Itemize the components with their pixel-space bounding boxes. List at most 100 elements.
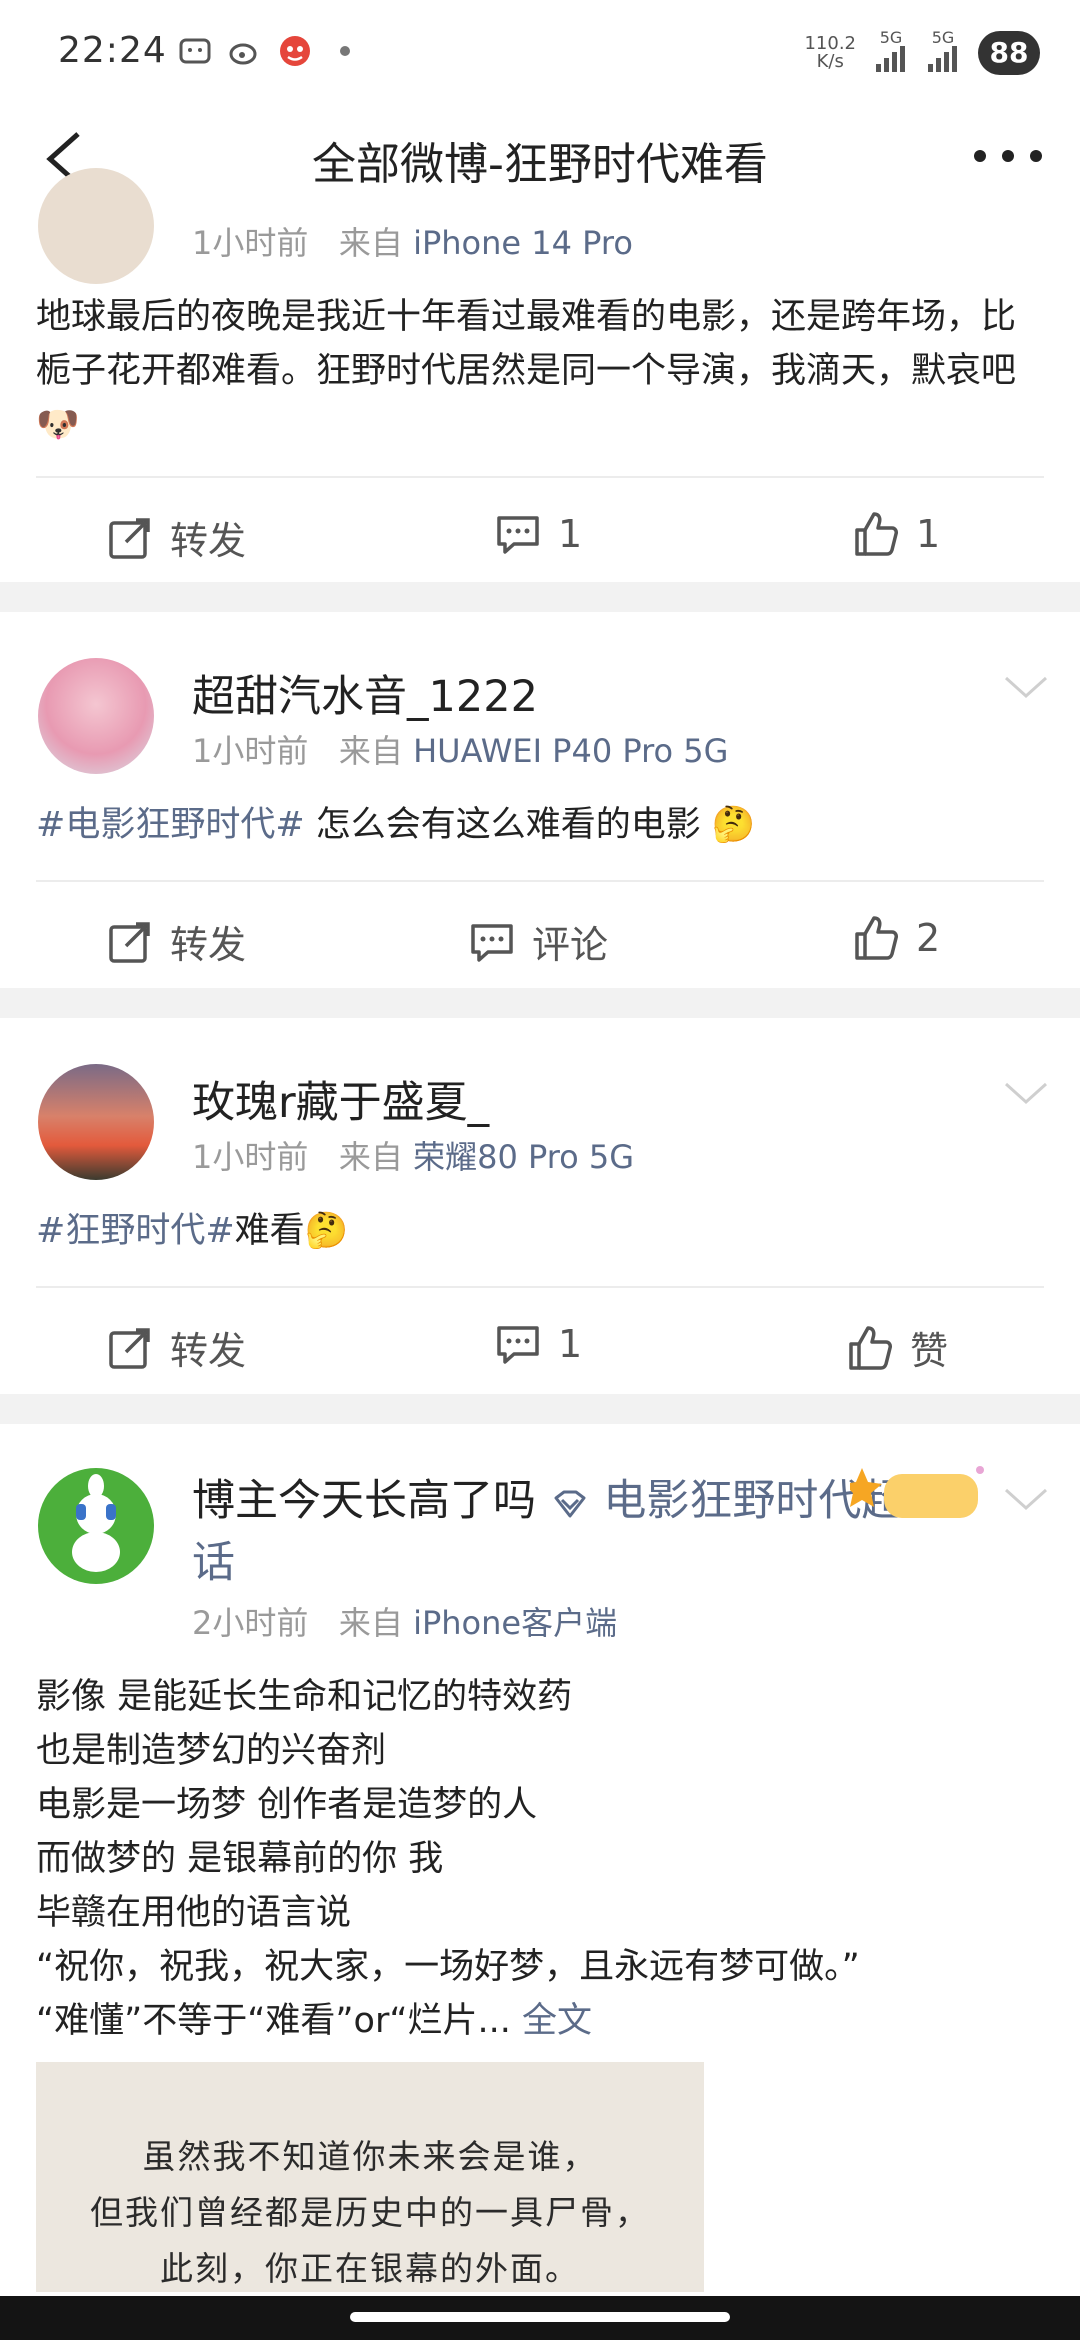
- post-source[interactable]: HUAWEI P40 Pro 5G: [413, 732, 728, 770]
- like-button[interactable]: 2: [852, 914, 940, 962]
- post-meta: 1小时前 来自 iPhone 14 Pro: [192, 218, 633, 264]
- post-text: #狂野时代#难看🤔: [36, 1204, 1044, 1258]
- repost-label: 转发: [170, 1329, 247, 1373]
- image-text-line: 虽然我不知道你未来会是谁，: [142, 2137, 598, 2176]
- notification-icons: [178, 34, 362, 68]
- chevron-down-icon[interactable]: [1000, 1078, 1052, 1108]
- avatar[interactable]: [38, 1064, 154, 1180]
- post-time: 1小时前: [192, 224, 309, 262]
- net-speed-unit: K/s: [816, 50, 844, 72]
- repost-button[interactable]: 转发: [106, 914, 246, 969]
- post-time: 2小时前: [192, 1604, 309, 1642]
- post-text: 地球最后的夜晚是我近十年看过最难看的电影，还是跨年场，比栀子花开都难看。狂野时代…: [36, 290, 1044, 452]
- scan-icon: [179, 38, 211, 64]
- avatar[interactable]: [38, 1468, 154, 1584]
- home-bar[interactable]: [350, 2312, 730, 2322]
- signal-2-label: 5G: [931, 28, 955, 47]
- full-text-link[interactable]: 全文: [522, 2001, 592, 2041]
- post-text: #电影狂野时代# 怎么会有这么难看的电影 🤔: [36, 798, 1044, 852]
- like-icon: [849, 1325, 892, 1370]
- post-source[interactable]: iPhone客户端: [413, 1604, 617, 1642]
- header: 全部微博-狂野时代难看: [0, 100, 1080, 218]
- username[interactable]: 超甜汽水音_1222: [192, 662, 538, 724]
- post-line: “难懂”不等于“难看”or“烂片... 全文: [36, 1994, 1044, 2048]
- comment-icon: [471, 923, 513, 962]
- post-card: 博主今天长高了吗 电影狂野时代超话 2小时前 来自 iPhone客户端 影像 是…: [0, 1424, 1080, 2296]
- signal-2: 5G: [926, 30, 960, 75]
- username-text[interactable]: 博主今天长高了吗: [192, 1476, 536, 1526]
- hashtag-link[interactable]: #狂野时代#: [36, 1211, 235, 1251]
- post-time: 1小时前: [192, 732, 309, 770]
- comment-button[interactable]: 1: [494, 1320, 582, 1368]
- chevron-down-icon[interactable]: [1000, 1484, 1052, 1514]
- post-line-text: “难懂”不等于“难看”or“烂片...: [36, 2001, 511, 2041]
- avatar[interactable]: [38, 168, 154, 284]
- post-from: 来自: [338, 732, 403, 770]
- username[interactable]: 玫瑰r藏于盛夏_: [192, 1068, 489, 1130]
- repost-button[interactable]: 转发: [106, 510, 246, 565]
- signal-1-label: 5G: [879, 28, 903, 47]
- repost-icon: [109, 1327, 150, 1369]
- post-from: 来自: [338, 1604, 403, 1642]
- thinking-emoji-icon: 🤔: [711, 805, 756, 845]
- post-source[interactable]: iPhone 14 Pro: [413, 224, 633, 262]
- image-text-line: 但我们曾经都是历史中的一具尸骨，: [90, 2193, 650, 2232]
- action-row: 转发 1 1: [0, 478, 1080, 588]
- repost-icon: [109, 517, 150, 559]
- post-image[interactable]: 虽然我不知道你未来会是谁， 但我们曾经都是历史中的一具尸骨， 此刻，你正在银幕的…: [36, 2062, 704, 2292]
- like-button[interactable]: 赞: [846, 1320, 948, 1375]
- thinking-emoji-icon: 🤔: [304, 1211, 349, 1251]
- status-bar: 22:24 110.2 K/s 5G 5G 88: [0, 0, 1080, 100]
- comment-count: 1: [558, 512, 583, 556]
- comment-count: 1: [558, 1322, 583, 1366]
- comment-icon: [497, 1326, 539, 1364]
- post-line: “祝你，祝我，祝大家，一场好梦，且永远有梦可做。”: [36, 1947, 860, 1987]
- post-from: 来自: [338, 224, 403, 262]
- post-card: 玫瑰r藏于盛夏_ 1小时前 来自 荣耀80 Pro 5G #狂野时代#难看🤔 转…: [0, 1018, 1080, 1394]
- signal-bars-icon: [928, 46, 957, 72]
- repost-button[interactable]: 转发: [106, 1320, 246, 1375]
- post-line: 毕赣在用他的语言说: [36, 1893, 352, 1933]
- post-text-content: 难看: [234, 1211, 305, 1251]
- repost-icon: [109, 921, 150, 963]
- app-notification-icon: [280, 36, 310, 66]
- comment-button[interactable]: 评论: [468, 914, 608, 969]
- post-line: 电影是一场梦 创作者是造梦的人: [36, 1785, 538, 1825]
- chevron-down-icon[interactable]: [1000, 672, 1052, 702]
- post-line: 也是制造梦幻的兴奋剂: [36, 1731, 387, 1771]
- dot-icon: [340, 46, 350, 56]
- cartoon-avatar-icon: [72, 1474, 120, 1572]
- like-count: 2: [916, 916, 941, 960]
- post-meta: 2小时前 来自 iPhone客户端: [192, 1598, 617, 1644]
- repost-label: 转发: [170, 923, 247, 967]
- like-icon: [855, 512, 898, 556]
- username[interactable]: 博主今天长高了吗 电影狂野时代超话: [192, 1470, 930, 1594]
- net-speed-value: 110.2: [804, 32, 856, 54]
- like-button[interactable]: 1: [852, 510, 940, 558]
- post-line: 而做梦的 是银幕前的你 我: [36, 1839, 444, 1879]
- comment-button[interactable]: 1: [494, 510, 582, 558]
- post-text-content: 地球最后的夜晚是我近十年看过最难看的电影，还是跨年场，比栀子花开都难看。狂野时代…: [36, 297, 1017, 391]
- like-count: 1: [916, 512, 941, 556]
- comment-icon: [497, 516, 539, 554]
- more-dots-icon[interactable]: [968, 136, 1048, 176]
- dog-emoji-icon: 🐶: [36, 405, 80, 445]
- repost-label: 转发: [170, 519, 247, 563]
- post-meta: 1小时前 来自 HUAWEI P40 Pro 5G: [192, 726, 728, 772]
- like-label: 赞: [910, 1329, 949, 1373]
- status-time: 22:24: [58, 30, 167, 71]
- hashtag-link[interactable]: #电影狂野时代#: [36, 805, 305, 845]
- action-row: 转发 评论 2: [0, 882, 1080, 992]
- post-card: 超甜汽水音_1222 1小时前 来自 HUAWEI P40 Pro 5G #电影…: [0, 612, 1080, 988]
- post-card: 1小时前 来自 iPhone 14 Pro 地球最后的夜晚是我近十年看过最难看的…: [0, 168, 1080, 582]
- image-text-line: 此刻，你正在银幕的外面。: [160, 2249, 580, 2288]
- post-meta: 1小时前 来自 荣耀80 Pro 5G: [192, 1132, 634, 1178]
- avatar[interactable]: [38, 658, 154, 774]
- like-icon: [855, 916, 898, 960]
- super-topic-icon: [554, 1490, 586, 1517]
- post-text-content: 怎么会有这么难看的电影: [304, 805, 712, 845]
- action-row: 转发 1 赞: [0, 1288, 1080, 1398]
- post-source[interactable]: 荣耀80 Pro 5G: [413, 1138, 634, 1176]
- signal-bars-icon: [876, 46, 905, 72]
- post-line: 影像 是能延长生命和记忆的特效药: [36, 1677, 573, 1717]
